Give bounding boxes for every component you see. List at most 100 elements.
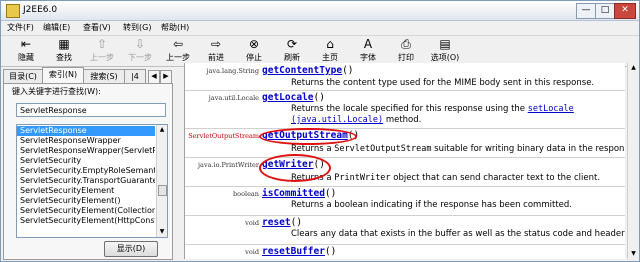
- highlight-circle: [259, 128, 357, 145]
- list-item[interactable]: ServletResponse: [17, 126, 155, 136]
- list-item[interactable]: ServletSecurityElement(Collection<: [17, 206, 155, 216]
- find-label: 查找: [56, 53, 72, 62]
- scroll-up-icon[interactable]: ▲: [628, 63, 639, 72]
- return-type: boolean: [233, 190, 259, 198]
- method-link[interactable]: resetBuffer: [262, 246, 325, 257]
- find-button[interactable]: ▦ 查找: [47, 37, 81, 65]
- topic-content: java.lang.String getContentType() Return…: [184, 63, 625, 259]
- hide-button[interactable]: ⇤ 隐藏: [9, 37, 43, 65]
- setlocale-params-link[interactable]: (java.util.Locale): [291, 115, 383, 125]
- scroll-down-icon[interactable]: ▼: [157, 227, 167, 236]
- list-item[interactable]: ServletSecurityElement: [17, 186, 155, 196]
- menu-bar: 文件(F) 编辑(E) 查看(V) 转到(G) 帮助(H): [1, 21, 639, 34]
- title-bar[interactable]: J2EE6.0 — □ ✕: [1, 1, 639, 21]
- menu-edit[interactable]: 编辑(E): [43, 22, 70, 33]
- stop-icon: ⊗: [248, 37, 260, 51]
- menu-help[interactable]: 帮助(H): [161, 22, 189, 33]
- method-signature: getLocale(): [262, 92, 325, 103]
- list-item[interactable]: ServletResponseWrapper: [17, 136, 155, 146]
- description-text: Returns the locale specified for this re…: [291, 104, 528, 114]
- method-row: java.io.PrintWriter getWriter() Returns …: [185, 154, 625, 187]
- method-row: ServletOutputStream getOutputStream() Re…: [185, 128, 625, 158]
- next-topic-label: 下一步: [128, 53, 152, 62]
- help-window: J2EE6.0 — □ ✕ 文件(F) 编辑(E) 查看(V) 转到(G) 帮助…: [0, 0, 640, 262]
- down-arrow-icon: ⇩: [134, 37, 146, 51]
- method-description-cont: (java.util.Locale) method.: [291, 115, 421, 125]
- options-label: 选项(O): [430, 53, 460, 62]
- previous-topic-label: 上一步: [90, 53, 114, 62]
- method-description: Clears any data that exists in the buffe…: [291, 229, 625, 239]
- method-signature: getContentType(): [262, 65, 354, 76]
- font-button[interactable]: A 字体: [351, 37, 385, 65]
- method-link[interactable]: isCommitted: [262, 188, 325, 199]
- maximize-button[interactable]: □: [595, 3, 615, 19]
- return-type: java.lang.String: [206, 67, 259, 75]
- minimize-button[interactable]: —: [576, 3, 596, 19]
- list-item[interactable]: ServletResponseWrapper(ServletR: [17, 146, 155, 156]
- method-params: (): [290, 217, 303, 228]
- print-button[interactable]: ⎙ 打印: [389, 37, 423, 65]
- back-arrow-icon: ⇦: [172, 37, 184, 51]
- tab-scroll-right-icon[interactable]: ▶: [160, 70, 172, 84]
- tab-index[interactable]: 索引(N): [42, 67, 84, 84]
- method-params: (): [313, 92, 325, 103]
- list-item[interactable]: ServletSecurityElement(): [17, 196, 155, 206]
- navigation-pane: 目录(C) 索引(N) 搜索(S) |4 ◀ ▶ 键入关键字进行查找(W): S…: [3, 67, 173, 260]
- up-arrow-icon: ⇧: [96, 37, 108, 51]
- font-icon: A: [363, 37, 373, 51]
- method-row: void resetBuffer(): [185, 244, 625, 259]
- tab-contents[interactable]: 目录(C): [3, 69, 43, 83]
- forward-button[interactable]: ⇨ 前进: [199, 37, 233, 65]
- tab-more[interactable]: |4: [124, 69, 146, 83]
- return-type: void: [245, 248, 259, 256]
- stop-button[interactable]: ⊗ 停止: [237, 37, 271, 65]
- options-button[interactable]: ▤ 选项(O): [425, 37, 465, 65]
- menu-file[interactable]: 文件(F): [7, 22, 34, 33]
- list-item[interactable]: ServletSecurity.TransportGuarantee: [17, 176, 155, 186]
- method-link[interactable]: getLocale: [262, 92, 313, 103]
- method-description: Returns the locale specified for this re…: [291, 104, 574, 114]
- description-code: ServletOutputStream: [334, 144, 432, 154]
- display-button[interactable]: 显示(D): [104, 241, 158, 257]
- scroll-down-icon[interactable]: ▼: [628, 249, 639, 258]
- description-text: object that can send character text to t…: [390, 173, 601, 183]
- method-params: (): [324, 188, 337, 199]
- keyword-input[interactable]: ServletResponse: [16, 103, 166, 117]
- refresh-label: 刷新: [284, 53, 300, 62]
- highlight-circle: [259, 154, 331, 182]
- method-link[interactable]: reset: [262, 217, 291, 228]
- description-text: Returns a: [291, 144, 335, 154]
- tab-search[interactable]: 搜索(S): [83, 69, 125, 83]
- stop-label: 停止: [246, 53, 262, 62]
- return-type: ServletOutputStream: [188, 132, 259, 140]
- method-description: Returns the content type used for the MI…: [291, 78, 595, 88]
- return-type: void: [245, 219, 259, 227]
- next-topic-button[interactable]: ⇩ 下一步: [123, 37, 157, 65]
- method-row: void reset() Clears any data that exists…: [185, 215, 625, 245]
- menu-goto[interactable]: 转到(G): [123, 22, 151, 33]
- previous-topic-button[interactable]: ⇧ 上一步: [85, 37, 119, 65]
- list-scrollbar[interactable]: ▲ ▼: [156, 125, 167, 237]
- tab-scroll-left-icon[interactable]: ◀: [148, 70, 160, 84]
- list-item[interactable]: ServletSecurity: [17, 156, 155, 166]
- setlocale-link[interactable]: setLocale: [528, 104, 574, 114]
- app-icon: [6, 4, 20, 18]
- home-button[interactable]: ⌂ 主页: [313, 37, 347, 65]
- close-button[interactable]: ✕: [614, 3, 636, 19]
- index-list[interactable]: ServletResponse ServletResponseWrapper S…: [16, 124, 168, 238]
- back-button[interactable]: ⇦ 上一步: [161, 37, 195, 65]
- list-item[interactable]: ServletSecurity.EmptyRoleSemantic: [17, 166, 155, 176]
- refresh-button[interactable]: ⟳ 刷新: [275, 37, 309, 65]
- menu-view[interactable]: 查看(V): [83, 22, 111, 33]
- method-link[interactable]: getContentType: [262, 65, 342, 76]
- home-label: 主页: [322, 53, 338, 62]
- find-icon: ▦: [58, 37, 70, 51]
- content-scrollbar[interactable]: ▲ ▼: [627, 63, 639, 259]
- method-signature: reset(): [262, 217, 302, 228]
- list-scroll-thumb[interactable]: [158, 185, 167, 196]
- scroll-up-icon[interactable]: ▲: [157, 125, 167, 134]
- refresh-icon: ⟳: [286, 37, 298, 51]
- method-row: java.util.Locale getLocale() Returns the…: [185, 90, 625, 129]
- keyword-label: 键入关键字进行查找(W):: [12, 87, 101, 96]
- list-item[interactable]: ServletSecurityElement(HttpConstr: [17, 216, 155, 226]
